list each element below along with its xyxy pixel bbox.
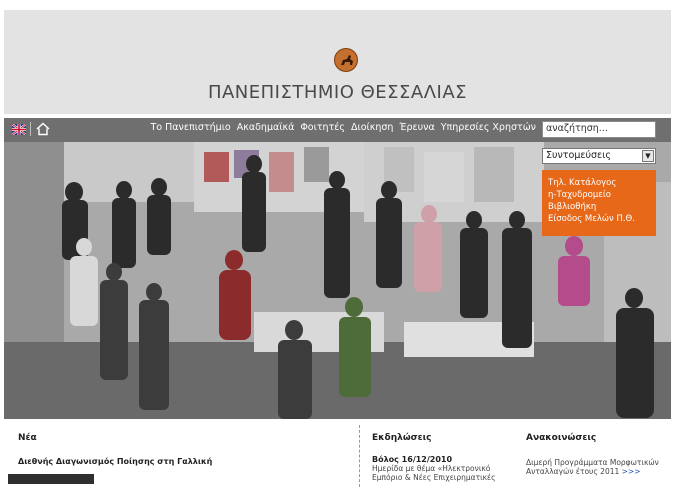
event-description-line: Εμπόριο & Νέες Επιχειρηματικές <box>372 473 496 482</box>
event-date-link[interactable]: Βόλος 16/12/2010 <box>372 455 509 464</box>
nav-menu: Το Πανεπιστήμιο Ακαδημαϊκά Φοιτητές Διοί… <box>151 122 537 133</box>
announcements-column: Ανακοινώσεις Διμερή Προγράμματα Μορφωτικ… <box>526 433 671 476</box>
chevron-down-icon[interactable]: ▼ <box>642 150 654 162</box>
nav-item-user-services[interactable]: Υπηρεσίες Χρηστών <box>441 122 536 133</box>
content-area: Νέα Διεθνής Διαγωνισμός Ποίησης στη Γαλλ… <box>4 419 671 487</box>
page: ΠΑΝΕΠΙΣΤΗΜΙΟ ΘΕΣΣΑΛΙΑΣ Το Πανεπιστήμιο Α… <box>4 0 671 487</box>
nav-item-research[interactable]: Έρευνα <box>399 122 434 133</box>
shortcut-library[interactable]: Βιβλιοθήκη <box>548 201 650 213</box>
shortcuts-selected-label: Συντομεύσεις <box>546 150 611 161</box>
announcements-heading: Ανακοινώσεις <box>526 433 597 443</box>
university-title: ΠΑΝΕΠΙΣΤΗΜΙΟ ΘΕΣΣΑΛΙΑΣ <box>207 82 468 103</box>
announcement-text: Ανταλλαγών έτους 2011 <box>526 467 620 476</box>
search-input[interactable]: αναζήτηση... <box>542 121 656 138</box>
divider <box>30 122 31 136</box>
site-header: ΠΑΝΕΠΙΣΤΗΜΙΟ ΘΕΣΣΑΛΙΑΣ <box>4 10 671 114</box>
shortcut-phone-directory[interactable]: Τηλ. Κατάλογος <box>548 177 650 189</box>
nav-item-university[interactable]: Το Πανεπιστήμιο <box>151 122 231 133</box>
news-column: Νέα Διεθνής Διαγωνισμός Ποίησης στη Γαλλ… <box>18 433 348 466</box>
news-thumbnail[interactable] <box>8 474 94 484</box>
home-icon[interactable] <box>36 122 50 136</box>
event-description-line: Ημερίδα με θέμα «Ηλεκτρονικό <box>372 464 491 473</box>
announcement-text-line: Διμερή Προγράμματα Μορφωτικών <box>526 458 659 467</box>
uk-flag-icon[interactable] <box>12 124 26 135</box>
news-heading: Νέα <box>18 433 37 443</box>
centaur-emblem-icon[interactable] <box>334 48 358 72</box>
announcement-text-line: Ανταλλαγών έτους 2011 >>> <box>526 467 671 476</box>
announcement-more-link[interactable]: >>> <box>622 467 641 476</box>
events-heading: Εκδηλώσεις <box>372 433 432 443</box>
nav-item-administration[interactable]: Διοίκηση <box>351 122 393 133</box>
shortcuts-dropdown[interactable]: Συντομεύσεις ▼ <box>542 148 656 164</box>
nav-item-students[interactable]: Φοιτητές <box>300 122 345 133</box>
nav-item-academic[interactable]: Ακαδημαϊκά <box>237 122 295 133</box>
events-column: Εκδηλώσεις Βόλος 16/12/2010 Ημερίδα με θ… <box>359 425 509 487</box>
news-title-link[interactable]: Διεθνής Διαγωνισμός Ποίησης στη Γαλλική <box>18 457 348 466</box>
shortcut-member-login[interactable]: Είσοδος Μελών Π.Θ. <box>548 213 650 225</box>
shortcuts-menu: Τηλ. Κατάλογος η-Ταχυδρομείο Βιβλιοθήκη … <box>542 170 656 236</box>
shortcut-email[interactable]: η-Ταχυδρομείο <box>548 189 650 201</box>
